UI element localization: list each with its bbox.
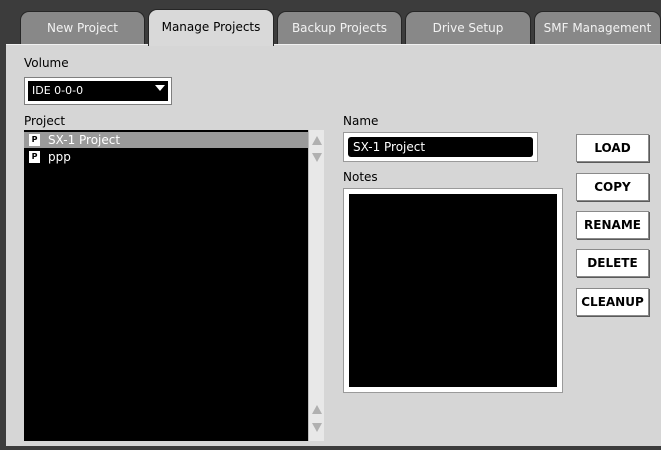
tab-manage-projects[interactable]: Manage Projects xyxy=(148,9,274,46)
chevron-down-icon xyxy=(155,85,165,91)
tab-backup-projects[interactable]: Backup Projects xyxy=(277,11,402,44)
tab-smf-management[interactable]: SMF Management xyxy=(534,11,661,44)
project-name-field[interactable]: SX-1 Project xyxy=(343,132,538,162)
scroll-up-icon[interactable] xyxy=(312,136,322,145)
rename-button[interactable]: RENAME xyxy=(576,211,649,239)
notes-textarea[interactable] xyxy=(343,188,563,393)
project-file-icon: P xyxy=(29,134,40,146)
tab-new-project[interactable]: New Project xyxy=(20,11,145,44)
load-button[interactable]: LOAD xyxy=(576,134,649,162)
project-list-label: Project xyxy=(24,114,66,128)
notes-label: Notes xyxy=(343,170,378,184)
project-list-scrollbar[interactable] xyxy=(308,130,324,441)
project-name: ppp xyxy=(48,150,71,164)
volume-dropdown[interactable]: IDE 0-0-0 xyxy=(24,77,172,105)
delete-button[interactable]: DELETE xyxy=(576,249,649,277)
notes-content xyxy=(349,194,557,387)
project-list-item[interactable]: P ppp xyxy=(24,149,308,165)
scroll-up-icon[interactable] xyxy=(312,405,322,414)
copy-button[interactable]: COPY xyxy=(576,173,649,201)
cleanup-button[interactable]: CLEANUP xyxy=(576,288,649,316)
tab-bar: New Project Manage Projects Backup Proje… xyxy=(0,0,661,46)
volume-selected-value: IDE 0-0-0 xyxy=(28,81,168,101)
scroll-down-icon[interactable] xyxy=(312,423,322,432)
project-list[interactable]: P SX-1 Project P ppp xyxy=(24,130,308,441)
scroll-down-icon[interactable] xyxy=(312,153,322,162)
tab-drive-setup[interactable]: Drive Setup xyxy=(405,11,531,44)
volume-label: Volume xyxy=(24,56,69,70)
project-name-value: SX-1 Project xyxy=(348,137,533,157)
project-file-icon: P xyxy=(29,151,40,163)
project-name: SX-1 Project xyxy=(48,133,121,147)
name-label: Name xyxy=(343,114,379,128)
project-list-item[interactable]: P SX-1 Project xyxy=(24,132,308,148)
